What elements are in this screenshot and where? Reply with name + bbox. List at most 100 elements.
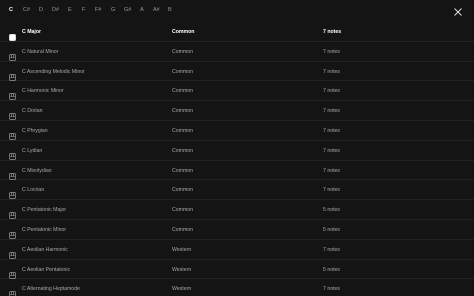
scale-name: C Ascending Melodic Minor xyxy=(22,68,85,75)
scale-icon xyxy=(9,127,16,140)
scale-category: Common xyxy=(172,167,194,174)
scale-category: Common xyxy=(172,128,194,134)
scale-name: C Pentatonic Major xyxy=(22,207,67,214)
scale-note-count: 7 notes xyxy=(323,128,341,134)
piano-keys-icon xyxy=(9,53,16,61)
piano-keys-icon xyxy=(9,73,16,81)
scale-picker-screen: C C# D D# E F F# G G# A A# B C Major Comm… xyxy=(0,0,474,296)
scale-row[interactable]: C Dorian Common 7 notes xyxy=(0,101,474,121)
key-c-sharp[interactable]: C# xyxy=(23,6,30,14)
scale-note-count: 7 notes xyxy=(323,147,341,154)
piano-keys-icon xyxy=(9,192,16,200)
scale-note-count: 7 notes xyxy=(323,187,341,194)
scale-row[interactable]: C Mixolydian Common 7 notes xyxy=(0,161,474,181)
scale-icon xyxy=(9,226,16,239)
key-c[interactable]: C xyxy=(9,6,13,14)
scale-row[interactable]: C Locrian Common 7 notes xyxy=(0,180,474,201)
scale-name: C Mixolydian xyxy=(22,167,52,174)
scale-row[interactable]: C Harmonic Minor Common 7 notes xyxy=(0,81,474,102)
scale-category: Common xyxy=(172,147,194,154)
scale-name: C Dorian xyxy=(22,108,43,115)
close-button[interactable] xyxy=(452,5,464,17)
piano-keys-icon xyxy=(9,152,16,160)
key-f[interactable]: F xyxy=(82,6,85,14)
scale-note-count: 7 notes xyxy=(323,246,341,253)
key-a[interactable]: A xyxy=(140,6,144,14)
piano-keys-icon xyxy=(9,34,16,41)
scale-name: C Aeolian Pentatonic xyxy=(22,266,71,273)
piano-keys-icon xyxy=(9,251,16,259)
key-g[interactable]: G xyxy=(111,6,115,14)
scale-icon xyxy=(9,186,16,200)
scale-category: Western xyxy=(172,246,192,253)
scale-icon xyxy=(9,107,16,121)
key-d[interactable]: D xyxy=(39,6,43,14)
scale-icon xyxy=(9,285,16,296)
piano-keys-icon xyxy=(9,113,16,121)
scale-icon xyxy=(9,206,16,220)
scale-note-count: 7 notes xyxy=(323,48,341,55)
scale-icon xyxy=(9,246,16,259)
scale-row[interactable]: C Lydian Common 7 notes xyxy=(0,141,474,161)
close-icon xyxy=(454,8,462,16)
scale-row[interactable]: C Ascending Melodic Minor Common 7 notes xyxy=(0,62,474,82)
scale-icon xyxy=(9,266,16,279)
scale-row[interactable]: C Alternating Heptamode Western 7 notes xyxy=(0,279,474,296)
scale-note-count: 7 notes xyxy=(323,286,341,293)
scale-icon xyxy=(9,87,16,101)
scale-row[interactable]: C Pentatonic Minor Common 5 notes xyxy=(0,220,474,240)
scale-category: Common xyxy=(172,227,194,233)
scale-category: Common xyxy=(172,48,194,55)
scale-category: Common xyxy=(172,88,194,95)
scale-icon xyxy=(9,48,16,61)
key-selector-bar: C C# D D# E F F# G G# A A# B xyxy=(0,0,474,22)
scale-icon xyxy=(9,167,16,180)
scale-name: C Major xyxy=(22,29,42,35)
scale-row[interactable]: C Aeolian Pentatonic Western 5 notes xyxy=(0,260,474,280)
scale-row[interactable]: C Aeolian Harmonic Western 7 notes xyxy=(0,240,474,260)
scale-category: Common xyxy=(172,108,194,115)
scale-category: Common xyxy=(172,207,194,214)
key-e[interactable]: E xyxy=(68,6,72,14)
key-f-sharp[interactable]: F# xyxy=(95,6,101,14)
scale-name: C Lydian xyxy=(22,147,43,154)
key-g-sharp[interactable]: G# xyxy=(124,6,131,14)
scale-row[interactable]: C Phrygian Common 7 notes xyxy=(0,121,474,141)
scale-note-count: 5 notes xyxy=(323,266,341,273)
scale-note-count: 7 notes xyxy=(323,68,341,75)
piano-keys-icon xyxy=(9,93,16,101)
scale-name: C Locrian xyxy=(22,187,45,194)
scale-name: C Alternating Heptamode xyxy=(22,286,80,293)
scale-name: C Phrygian xyxy=(22,128,48,134)
scale-note-count: 5 notes xyxy=(323,227,341,233)
scale-row[interactable]: C Pentatonic Major Common 5 notes xyxy=(0,200,474,220)
scale-category: Common xyxy=(172,68,194,75)
key-d-sharp[interactable]: D# xyxy=(52,6,59,14)
scale-name: C Pentatonic Minor xyxy=(22,227,67,233)
scale-note-count: 5 notes xyxy=(323,207,341,214)
scale-note-count: 7 notes xyxy=(323,167,341,174)
scale-name: C Aeolian Harmonic xyxy=(22,246,68,253)
key-b[interactable]: B xyxy=(168,6,172,14)
piano-keys-icon xyxy=(9,212,16,220)
piano-keys-icon xyxy=(9,232,16,239)
scale-name: C Harmonic Minor xyxy=(22,88,64,95)
piano-keys-icon xyxy=(9,133,16,140)
scale-note-count: 7 notes xyxy=(323,108,341,115)
piano-keys-icon xyxy=(9,291,16,296)
scale-row[interactable]: C Major Common 7 notes xyxy=(0,22,474,42)
piano-keys-icon xyxy=(9,172,16,180)
scale-icon xyxy=(9,68,16,81)
piano-keys-icon xyxy=(9,271,16,279)
scale-note-count: 7 notes xyxy=(323,29,342,35)
scale-category: Common xyxy=(172,187,194,194)
scale-category: Western xyxy=(172,266,192,273)
scale-row[interactable]: C Natural Minor Common 7 notes xyxy=(0,42,474,62)
scale-name: C Natural Minor xyxy=(22,48,59,55)
key-a-sharp[interactable]: A# xyxy=(153,6,160,14)
scale-icon xyxy=(9,28,16,41)
scale-category: Common xyxy=(172,29,195,35)
scale-note-count: 7 notes xyxy=(323,88,341,95)
scale-category: Western xyxy=(172,286,192,293)
scale-icon xyxy=(9,147,16,160)
